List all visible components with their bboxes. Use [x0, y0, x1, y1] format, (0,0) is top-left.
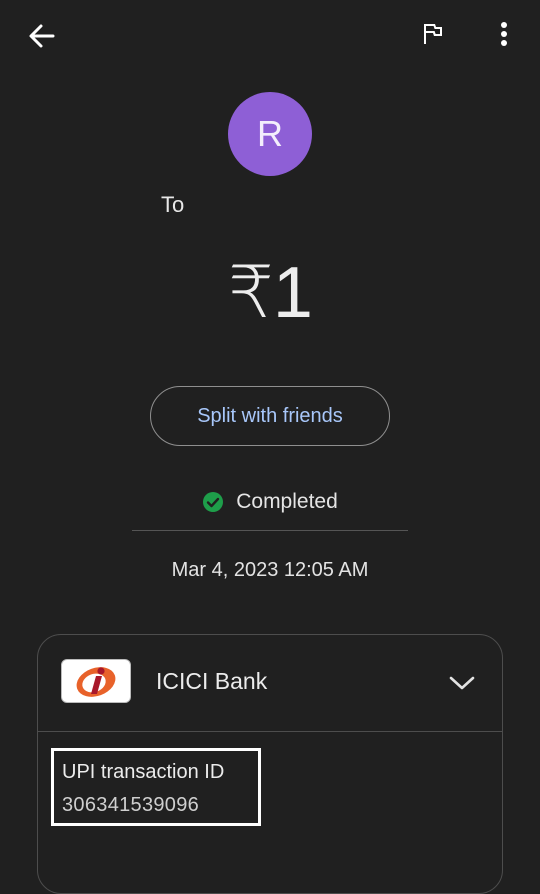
avatar: R — [228, 92, 312, 176]
more-vertical-icon — [499, 21, 509, 52]
payment-status: Completed — [0, 490, 540, 514]
bank-name: ICICI Bank — [156, 668, 268, 694]
icici-logo-icon — [61, 659, 131, 703]
chevron-down-icon — [448, 669, 476, 697]
split-with-friends-button[interactable]: Split with friends — [150, 386, 390, 446]
check-circle-icon — [202, 491, 224, 513]
recipient-label: To — [161, 192, 185, 217]
report-flag-button[interactable] — [408, 12, 456, 60]
arrow-left-icon — [28, 22, 56, 55]
upi-transaction-id-label: UPI transaction ID — [62, 761, 225, 783]
status-divider — [132, 530, 408, 531]
flag-icon — [420, 22, 444, 51]
back-button[interactable] — [18, 14, 66, 62]
more-options-button[interactable] — [480, 12, 528, 60]
status-text: Completed — [236, 490, 338, 513]
avatar-initial: R — [257, 113, 283, 154]
card-divider — [38, 731, 502, 732]
bank-details-toggle[interactable]: ICICI Bank — [38, 635, 502, 731]
split-button-label: Split with friends — [197, 404, 343, 427]
transaction-timestamp: Mar 4, 2023 12:05 AM — [171, 559, 369, 581]
upi-transaction-id-value: 306341539096 — [62, 794, 200, 816]
bank-details-card: ICICI Bank UPI transaction ID 3063415390… — [37, 634, 503, 894]
payment-amount: ₹1 — [228, 253, 313, 333]
upi-transaction-id-box: UPI transaction ID 306341539096 — [51, 748, 261, 826]
